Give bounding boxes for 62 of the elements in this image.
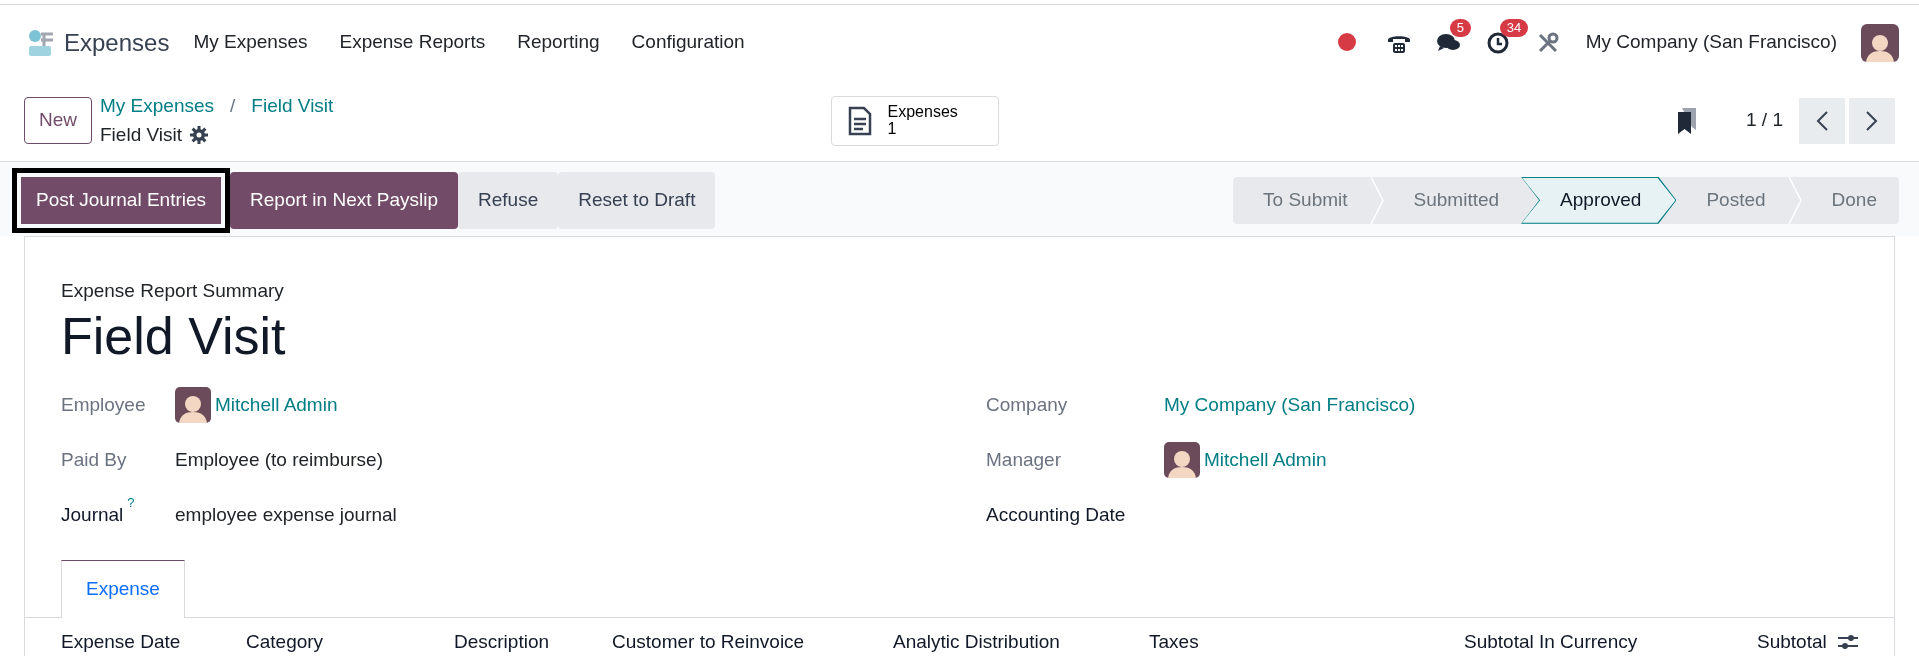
field-label: Employee <box>61 392 147 417</box>
field-link[interactable]: Mitchell Admin <box>215 390 338 420</box>
field-label: Paid By <box>61 447 128 472</box>
chevron-divider-icon <box>1369 176 1384 224</box>
settings-icon[interactable] <box>190 125 209 144</box>
menu-item[interactable]: Reporting <box>517 28 600 57</box>
menu-item[interactable]: Expense Reports <box>339 28 486 57</box>
notification-count: 34 <box>1499 18 1529 38</box>
previous-button[interactable] <box>1799 97 1845 144</box>
chevron-left-icon <box>1815 110 1829 133</box>
app-name[interactable]: Expenses <box>64 24 170 61</box>
field-link[interactable]: My Company (San Francisco) <box>1164 390 1416 420</box>
chevron-right-icon <box>1865 110 1879 133</box>
action-button[interactable]: Reset to Draft <box>558 172 716 229</box>
column-header[interactable]: Subtotal <box>1757 627 1827 657</box>
avatar-silhouette <box>175 386 211 423</box>
new-button[interactable]: New <box>24 97 92 144</box>
action-button[interactable]: Report in Next Payslip <box>230 172 458 229</box>
action-button[interactable]: Refuse <box>458 172 559 229</box>
field-label: Company <box>986 392 1069 417</box>
status-stage[interactable]: To Submit <box>1233 176 1370 224</box>
column-header[interactable]: Description <box>454 627 612 657</box>
field-value: Employee (to reimburse) <box>175 447 384 472</box>
pager-value: 1 / 1 <box>1746 108 1783 133</box>
menu-item[interactable]: Configuration <box>631 28 745 57</box>
field-label: Manager <box>986 447 1062 472</box>
menu-item[interactable]: My Expenses <box>193 28 308 57</box>
breadcrumb-separator: / <box>230 94 236 118</box>
status-stage[interactable]: Approved <box>1521 176 1677 224</box>
column-header[interactable]: Analytic Distribution <box>893 627 1149 657</box>
column-header[interactable]: Category <box>246 627 454 657</box>
column-header[interactable]: Expense Date <box>61 627 246 657</box>
status-stage[interactable]: Done <box>1801 176 1899 224</box>
bookmark-icon[interactable] <box>1676 107 1698 134</box>
action-button[interactable]: Post Journal Entries <box>12 168 231 233</box>
field-value: employee expense journal <box>175 502 397 527</box>
column-header[interactable]: Subtotal In Currency <box>1464 627 1757 657</box>
next-button[interactable] <box>1849 97 1895 144</box>
status-stage[interactable]: Submitted <box>1383 176 1522 224</box>
status-stage[interactable]: Posted <box>1676 176 1788 224</box>
field-link[interactable]: Mitchell Admin <box>1204 445 1327 475</box>
company-switcher[interactable]: My Company (San Francisco) <box>1585 28 1837 57</box>
notebook-tab[interactable]: Expense <box>61 560 185 618</box>
column-header[interactable]: Customer to Reinvoice <box>612 627 893 657</box>
breadcrumb-link[interactable]: Field Visit <box>251 92 334 121</box>
expenses-smart-button[interactable]: Expenses 1 <box>830 95 999 146</box>
record-name: Field Visit <box>61 306 287 367</box>
form-subtitle: Expense Report Summary <box>61 278 285 303</box>
help-tooltip[interactable]: ? <box>127 494 135 510</box>
notification-count: 5 <box>1449 18 1471 38</box>
field-label: Accounting Date <box>986 502 1127 527</box>
chevron-divider-icon <box>1787 176 1802 224</box>
document-icon <box>847 105 872 136</box>
avatar-silhouette <box>1164 441 1200 478</box>
expenses-logo-icon <box>26 27 56 58</box>
user-avatar[interactable] <box>1861 23 1899 62</box>
record-title: Field Visit <box>100 122 183 147</box>
column-header[interactable]: Taxes <box>1149 627 1464 657</box>
breadcrumb-link[interactable]: My Expenses <box>100 92 215 121</box>
smart-button-label: Expenses <box>887 103 958 121</box>
field-label: Journal <box>61 503 124 525</box>
smart-button-count: 1 <box>887 120 897 138</box>
